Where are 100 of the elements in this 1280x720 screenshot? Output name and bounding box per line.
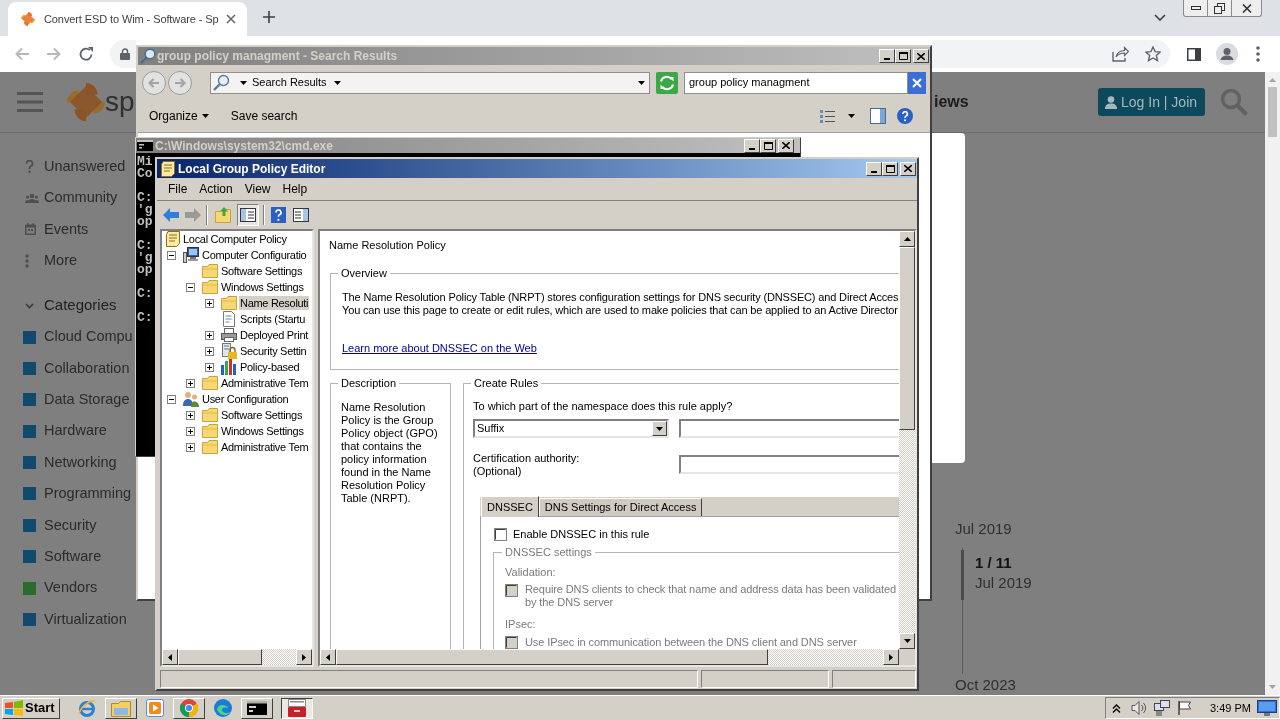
sidebar-link[interactable]: Unanswered [44, 155, 126, 178]
toolbar-button[interactable]: Save search [230, 107, 298, 125]
category-link[interactable]: Networking [44, 451, 117, 474]
checkbox-label[interactable]: Enable DNSSEC in this rule [513, 527, 650, 541]
timeline-track[interactable] [961, 548, 964, 674]
speaker-icon[interactable] [1131, 701, 1147, 715]
tree-item[interactable]: Security Settin [239, 344, 308, 358]
learn-more-link[interactable]: Learn more about DNSSEC on the Web [342, 342, 537, 355]
e-logo-icon[interactable] [77, 699, 96, 717]
restore-button[interactable] [1208, 0, 1232, 17]
scroll-up-button[interactable] [899, 231, 915, 247]
caret-down-icon[interactable] [848, 114, 855, 118]
taskbar-button[interactable] [280, 697, 313, 719]
star-icon[interactable] [1145, 46, 1161, 62]
menu-item[interactable]: Action [193, 180, 239, 198]
search-field[interactable]: group policy managment [684, 71, 908, 94]
tree-item[interactable]: User Configuration [201, 392, 290, 406]
scrollbar-thumb[interactable] [899, 247, 915, 430]
toolbar-button[interactable]: Organize [149, 107, 209, 125]
expand-icon[interactable] [186, 426, 195, 436]
certification-authority-field[interactable] [679, 455, 899, 474]
expand-icon[interactable] [205, 346, 214, 356]
swirl-logo-icon[interactable] [213, 699, 232, 717]
namespace-field[interactable] [679, 419, 899, 438]
tree-item[interactable]: Windows Settings [220, 424, 305, 438]
start-button[interactable]: Start [2, 697, 60, 719]
help-icon[interactable] [897, 108, 913, 124]
login-button[interactable]: Log In | Join [1098, 88, 1205, 116]
expand-icon[interactable] [186, 442, 195, 452]
show-desktop-icon[interactable] [1257, 700, 1277, 716]
sidebar-link[interactable]: Events [44, 218, 89, 241]
dropdown-button[interactable] [652, 421, 667, 436]
minimize-button[interactable] [1183, 0, 1208, 17]
tree-toggle-button[interactable] [237, 203, 259, 226]
collapse-icon[interactable] [186, 282, 195, 292]
caret-down-icon[interactable] [240, 80, 247, 85]
tab[interactable]: DNS Settings for Direct Access [538, 498, 703, 516]
category-link[interactable]: Security [44, 514, 97, 537]
back-arrow-icon[interactable] [163, 207, 179, 222]
checkbox[interactable] [494, 527, 507, 541]
view-options-icon[interactable] [820, 108, 835, 124]
menu-item[interactable]: File [162, 180, 194, 198]
scroll-down-button[interactable] [899, 633, 915, 649]
lock-icon[interactable] [120, 48, 130, 60]
namespace-dropdown[interactable]: Suffix [473, 419, 669, 438]
menu-item[interactable]: Help [276, 180, 314, 198]
close-button[interactable] [1232, 0, 1262, 17]
tree-item[interactable]: Local Computer Policy [182, 232, 288, 246]
browser-tab[interactable]: Convert ESD to Wim - Software - Sp [8, 2, 247, 36]
chevron-down-icon[interactable] [1154, 14, 1166, 21]
tree-item[interactable]: Administrative Tem [220, 376, 310, 390]
timeline-thumb[interactable] [961, 550, 964, 600]
share-icon[interactable] [1112, 46, 1129, 62]
breadcrumb-item[interactable]: Search Results [252, 74, 327, 91]
play-icon[interactable] [145, 699, 164, 717]
refresh-icon[interactable] [656, 71, 678, 94]
scrollbar-thumb[interactable] [336, 649, 768, 665]
nav-link[interactable]: iews [934, 90, 969, 114]
scroll-left-button[interactable] [162, 649, 178, 665]
sidebar-link[interactable]: Community [44, 187, 118, 209]
expand-icon[interactable] [205, 330, 214, 340]
menu-item[interactable]: View [238, 180, 277, 198]
clock[interactable]: 3:49 PM [1210, 699, 1251, 717]
pane-icon[interactable] [293, 207, 309, 222]
category-link[interactable]: Programming [44, 483, 132, 505]
tab[interactable]: DNSSEC [481, 496, 539, 517]
expand-icon[interactable] [186, 378, 195, 388]
address-bar[interactable] [110, 40, 136, 68]
category-link[interactable]: Virtualization [44, 608, 127, 631]
maximize-button[interactable] [760, 138, 776, 153]
category-link[interactable]: Software [44, 545, 102, 568]
expand-icon[interactable] [205, 362, 214, 372]
menu-dots-icon[interactable] [1256, 46, 1260, 62]
side-panel-icon[interactable] [1187, 47, 1201, 61]
maximize-button[interactable] [882, 161, 898, 176]
clear-search-icon[interactable] [908, 71, 926, 94]
tree-item[interactable]: Administrative Tem [220, 440, 310, 454]
tree-item[interactable]: Policy-based [239, 360, 301, 374]
reload-icon[interactable] [78, 46, 94, 62]
tree-item[interactable]: Software Settings [220, 264, 304, 278]
preview-pane-icon[interactable] [870, 108, 886, 124]
scroll-left-button[interactable] [320, 649, 336, 665]
category-link[interactable]: Data Storage [44, 388, 130, 411]
tree-item[interactable]: Software Settings [220, 408, 304, 422]
expand-icon[interactable] [205, 298, 214, 308]
maximize-button[interactable] [895, 49, 911, 63]
expand-icon[interactable] [186, 410, 195, 420]
tree-item[interactable]: Scripts (Startu [239, 312, 307, 326]
category-link[interactable]: Vendors [44, 577, 98, 600]
dropdown-arrow-icon[interactable] [638, 80, 645, 85]
scroll-right-button[interactable] [296, 649, 312, 665]
new-tab-icon[interactable] [263, 11, 275, 23]
collapse-icon[interactable] [167, 394, 176, 404]
scroll-right-button[interactable] [883, 649, 899, 665]
network-icon[interactable] [1154, 700, 1170, 716]
caret-down-icon[interactable] [333, 80, 341, 85]
tree-item[interactable]: Name Resoluti [239, 296, 310, 310]
category-link[interactable]: Collaboration [44, 357, 130, 380]
category-link[interactable]: Hardware [44, 420, 107, 443]
help-icon[interactable] [271, 206, 286, 223]
